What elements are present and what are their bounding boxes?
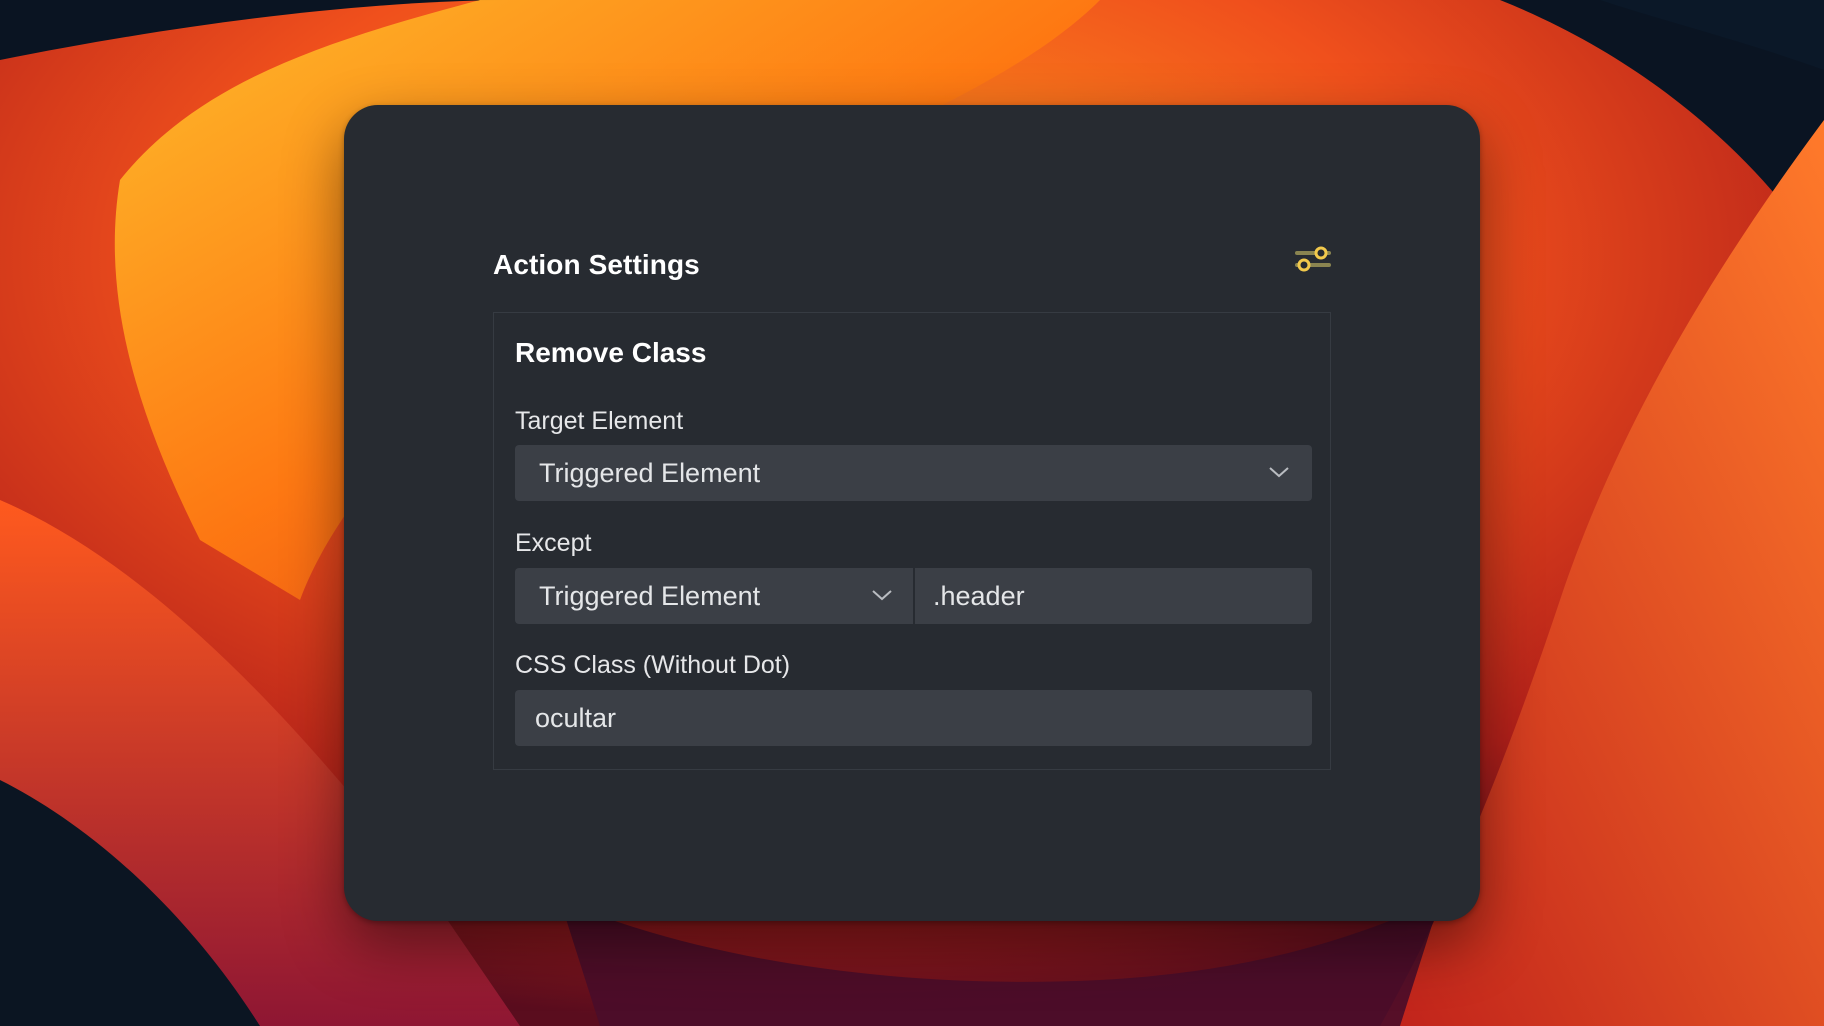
- sliders-icon[interactable]: [1295, 245, 1331, 275]
- target-element-label: Target Element: [515, 407, 684, 435]
- except-select-value: Triggered Element: [539, 581, 761, 611]
- except-selector-input[interactable]: .header: [915, 568, 1312, 624]
- css-class-label: CSS Class (Without Dot): [515, 651, 791, 679]
- action-settings-panel: Action Settings Remove Class Target Elem…: [344, 105, 1480, 921]
- css-class-input[interactable]: ocultar: [515, 690, 1312, 746]
- except-element-select[interactable]: Triggered Element: [515, 568, 913, 624]
- panel-title: Action Settings: [493, 249, 700, 280]
- css-class-value: ocultar: [535, 703, 617, 733]
- target-element-select[interactable]: Triggered Element: [515, 445, 1312, 501]
- target-element-value: Triggered Element: [539, 458, 761, 488]
- except-input-value: .header: [933, 581, 1025, 611]
- remove-class-card: Remove Class Target Element Triggered El…: [493, 312, 1331, 770]
- action-name: Remove Class: [515, 337, 707, 368]
- except-control: Triggered Element .header: [515, 568, 1312, 624]
- except-label: Except: [515, 529, 592, 557]
- panel-header: Action Settings: [493, 245, 1331, 285]
- chevron-down-icon: [1268, 464, 1290, 480]
- chevron-down-icon: [871, 587, 893, 603]
